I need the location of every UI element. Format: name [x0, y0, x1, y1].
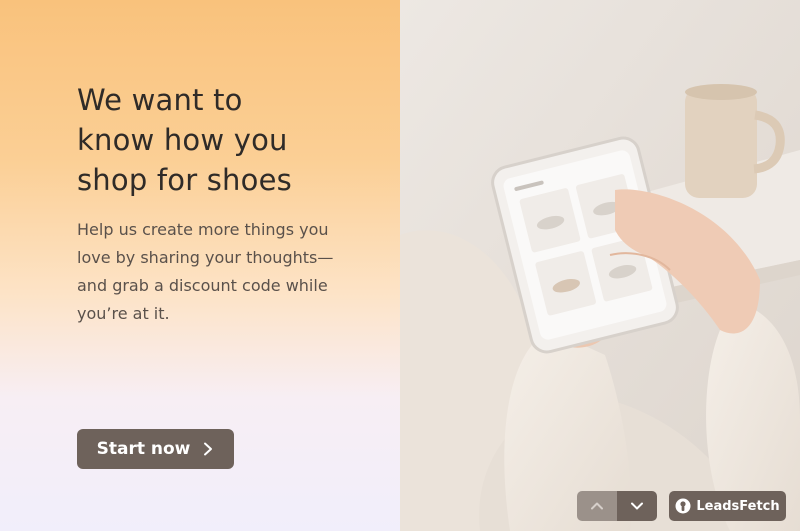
leadsfetch-badge[interactable]: LeadsFetch — [669, 491, 786, 521]
start-now-button[interactable]: Start now — [77, 429, 234, 469]
brand-name: LeadsFetch — [696, 498, 780, 514]
chevron-up-icon — [591, 502, 603, 510]
chevron-right-icon — [204, 442, 213, 456]
intro-description: Help us create more things you love by s… — [77, 220, 334, 323]
phone-in-hands-photo — [400, 0, 800, 531]
previous-question-button[interactable] — [577, 491, 617, 521]
next-question-button[interactable] — [617, 491, 657, 521]
intro-panel: We want to know how you shop for shoes H… — [0, 0, 400, 531]
leadsfetch-logo-icon — [675, 498, 691, 514]
chevron-down-icon — [631, 502, 643, 510]
hero-photo — [400, 0, 800, 531]
page-title: We want to know how you shop for shoes — [77, 83, 292, 197]
start-button-label: Start now — [96, 439, 191, 459]
question-navigation — [577, 491, 657, 521]
